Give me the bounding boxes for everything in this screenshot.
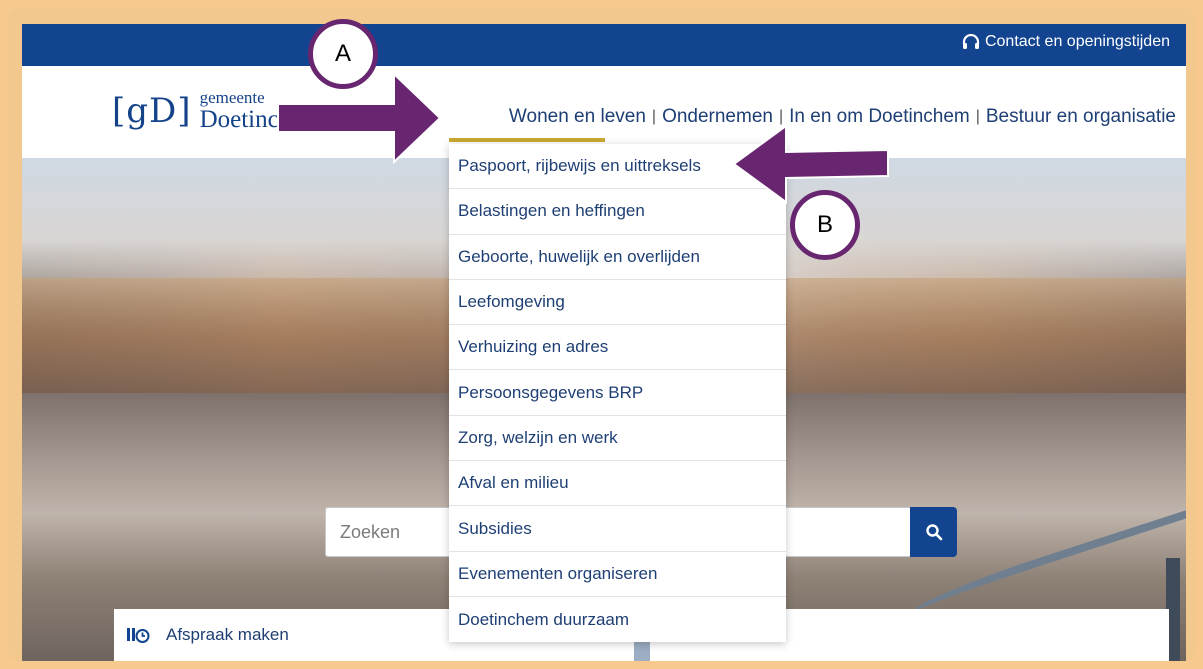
nav-item-bestuur-en-organisatie[interactable]: Bestuur en organisatie: [980, 106, 1182, 128]
top-bar: Contact en openingstijden: [22, 24, 1186, 66]
headset-icon: [962, 34, 980, 49]
annotation-badge-b: B: [790, 190, 860, 260]
calendar-clock-icon: [127, 628, 150, 643]
nav-item-wonen-en-leven[interactable]: Wonen en leven: [503, 106, 652, 128]
contact-label: Contact en openingstijden: [984, 33, 1170, 50]
search-button[interactable]: [910, 507, 957, 557]
logo-mark: [gD]: [112, 91, 192, 132]
dropdown-item-verhuizing[interactable]: Verhuizing en adres: [449, 325, 786, 371]
dropdown-item-zorg[interactable]: Zorg, welzijn en werk: [449, 416, 786, 462]
appointment-link[interactable]: Afspraak maken: [126, 625, 289, 645]
dropdown-item-subsidies[interactable]: Subsidies: [449, 506, 786, 552]
appointment-label: Afspraak maken: [166, 625, 289, 644]
annotation-arrow-a: [277, 71, 442, 165]
annotation-label-a: A: [334, 40, 351, 67]
nav-dropdown-menu: Paspoort, rijbewijs en uittreksels Belas…: [449, 144, 786, 643]
website-page: Contact en openingstijden [gD] gemeente …: [22, 24, 1186, 661]
dropdown-item-leefomgeving[interactable]: Leefomgeving: [449, 280, 786, 326]
active-nav-underline: [449, 138, 605, 142]
dropdown-item-duurzaam[interactable]: Doetinchem duurzaam: [449, 597, 786, 642]
dropdown-item-evenementen[interactable]: Evenementen organiseren: [449, 552, 786, 597]
search-icon: [925, 524, 942, 541]
dropdown-item-afval[interactable]: Afval en milieu: [449, 461, 786, 507]
dropdown-item-geboorte[interactable]: Geboorte, huwelijk en overlijden: [449, 235, 786, 280]
dropdown-item-persoonsgegevens[interactable]: Persoonsgegevens BRP: [449, 370, 786, 416]
annotation-label-b: B: [816, 211, 833, 238]
contact-link[interactable]: Contact en openingstijden: [962, 33, 1170, 51]
annotation-badge-a: A: [308, 19, 378, 89]
